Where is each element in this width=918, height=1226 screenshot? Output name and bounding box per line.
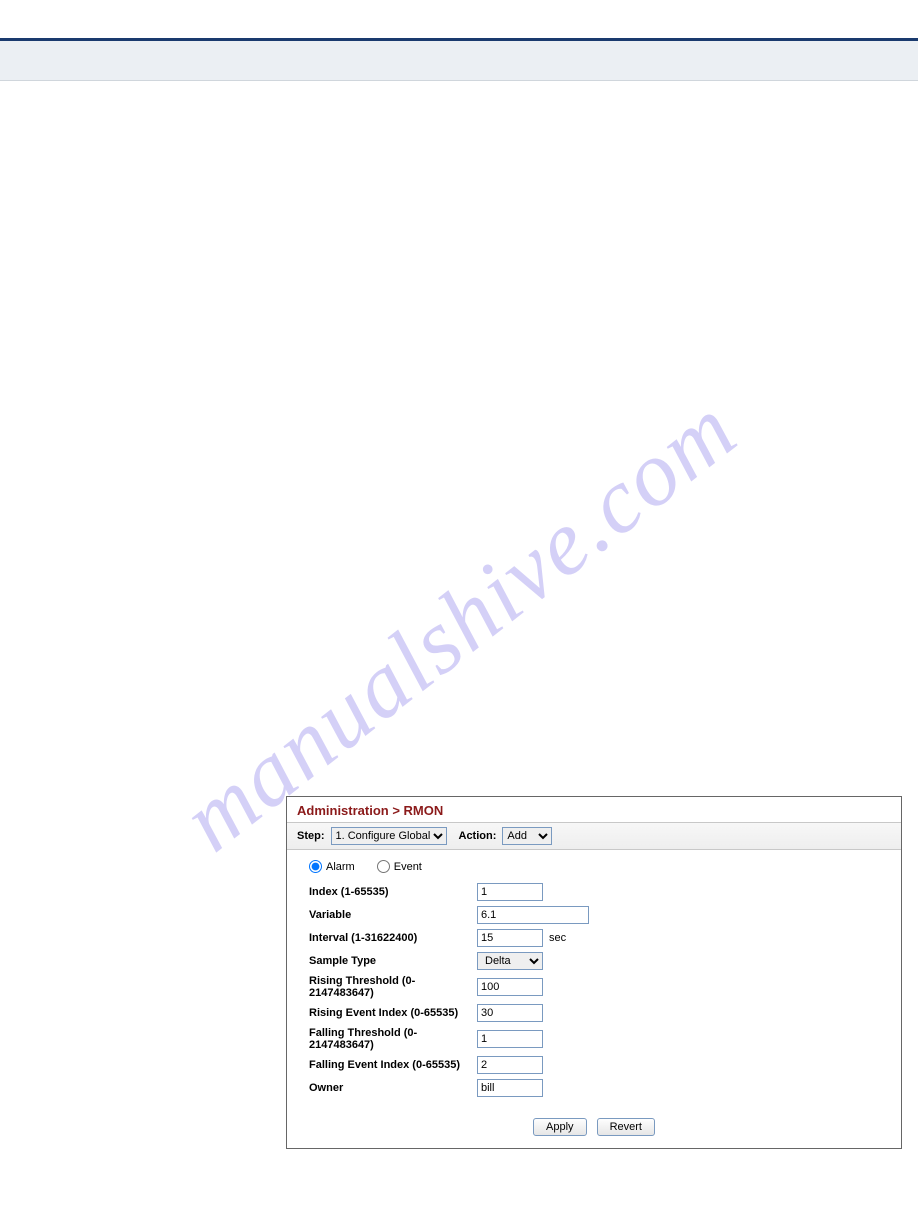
radio-event-text: Event <box>394 861 422 873</box>
revert-button[interactable]: Revert <box>597 1118 655 1136</box>
step-label: Step: <box>297 830 325 842</box>
radio-alarm-text: Alarm <box>326 861 355 873</box>
step-bar: Step: 1. Configure Global Action: Add <box>287 822 901 850</box>
row-owner: Owner <box>309 1079 879 1097</box>
label-sample-type: Sample Type <box>309 955 477 967</box>
label-index: Index (1-65535) <box>309 886 477 898</box>
label-variable: Variable <box>309 909 477 921</box>
label-falling-threshold: Falling Threshold (0-2147483647) <box>309 1027 477 1051</box>
input-falling-threshold[interactable] <box>477 1030 543 1048</box>
breadcrumb: Administration > RMON <box>287 797 901 822</box>
action-label: Action: <box>459 830 497 842</box>
row-variable: Variable <box>309 906 879 924</box>
rmon-panel: Administration > RMON Step: 1. Configure… <box>286 796 902 1149</box>
type-radio-row: Alarm Event <box>287 850 901 883</box>
form-body: Index (1-65535) Variable Interval (1-316… <box>287 883 901 1108</box>
header-band <box>0 41 918 81</box>
suffix-interval: sec <box>549 932 566 944</box>
label-rising-event-index: Rising Event Index (0-65535) <box>309 1007 477 1019</box>
input-rising-event-index[interactable] <box>477 1004 543 1022</box>
step-select[interactable]: 1. Configure Global <box>331 827 447 845</box>
button-row: Apply Revert <box>287 1108 901 1148</box>
row-rising-event-index: Rising Event Index (0-65535) <box>309 1004 879 1022</box>
label-interval: Interval (1-31622400) <box>309 932 477 944</box>
action-select[interactable]: Add <box>502 827 552 845</box>
label-rising-threshold: Rising Threshold (0-2147483647) <box>309 975 477 999</box>
radio-alarm[interactable] <box>309 860 322 873</box>
row-sample-type: Sample Type Delta <box>309 952 879 970</box>
radio-event[interactable] <box>377 860 390 873</box>
row-falling-threshold: Falling Threshold (0-2147483647) <box>309 1027 879 1051</box>
row-interval: Interval (1-31622400) sec <box>309 929 879 947</box>
input-index[interactable] <box>477 883 543 901</box>
input-owner[interactable] <box>477 1079 543 1097</box>
label-owner: Owner <box>309 1082 477 1094</box>
label-falling-event-index: Falling Event Index (0-65535) <box>309 1059 477 1071</box>
input-rising-threshold[interactable] <box>477 978 543 996</box>
apply-button[interactable]: Apply <box>533 1118 587 1136</box>
select-sample-type[interactable]: Delta <box>477 952 543 970</box>
input-interval[interactable] <box>477 929 543 947</box>
row-rising-threshold: Rising Threshold (0-2147483647) <box>309 975 879 999</box>
input-falling-event-index[interactable] <box>477 1056 543 1074</box>
radio-alarm-label[interactable]: Alarm <box>309 860 355 873</box>
row-index: Index (1-65535) <box>309 883 879 901</box>
input-variable[interactable] <box>477 906 589 924</box>
radio-event-label[interactable]: Event <box>377 860 422 873</box>
row-falling-event-index: Falling Event Index (0-65535) <box>309 1056 879 1074</box>
